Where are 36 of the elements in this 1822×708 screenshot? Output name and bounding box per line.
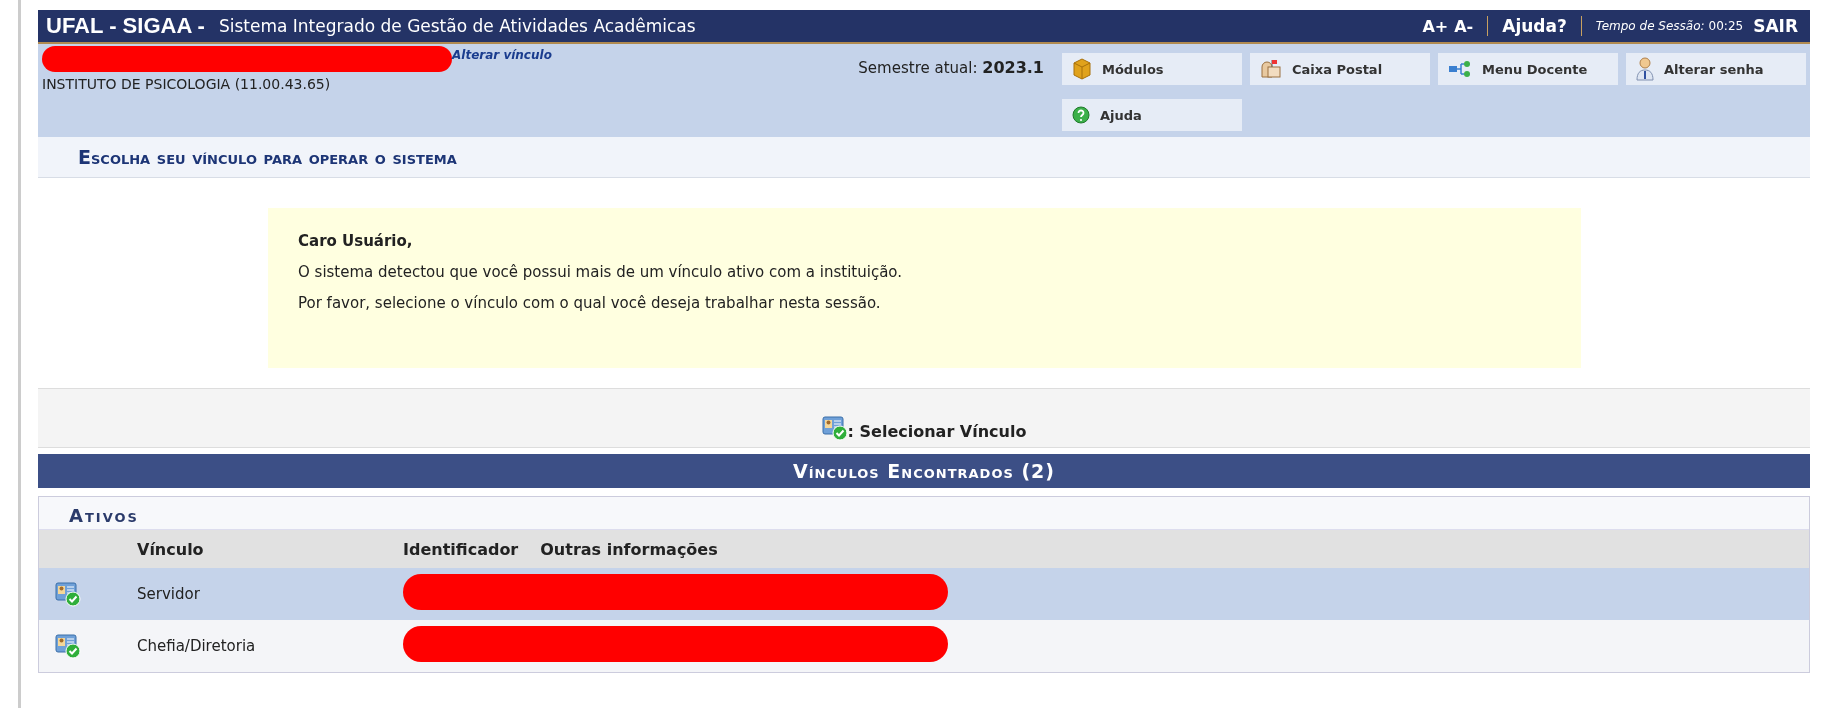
column-header: Vínculo xyxy=(137,539,205,559)
help-icon xyxy=(1072,106,1090,124)
notice-text: O sistema detectou que você possui mais de um vínculo ativo com a instituição. xyxy=(298,263,903,281)
mailbox-icon xyxy=(1260,59,1282,79)
user-card-check-icon[interactable] xyxy=(55,581,81,607)
user-card-check-icon[interactable] xyxy=(821,415,848,441)
session-time: 00:25 xyxy=(1708,19,1744,33)
font-decrease-link[interactable]: A- xyxy=(1454,16,1474,36)
table-row[interactable]: Servidor xyxy=(39,568,1809,620)
help-link[interactable]: Ajuda? xyxy=(1502,16,1567,36)
unit-name: INSTITUTO DE PSICOLOGIA (11.00.43.65) xyxy=(42,76,332,92)
menu-button[interactable]: Caixa Postal xyxy=(1250,53,1430,85)
user-card-check-icon[interactable] xyxy=(55,633,81,659)
font-increase-link[interactable]: A+ xyxy=(1422,16,1449,36)
semester-text: Semestre atual: 2023.1 xyxy=(858,58,1044,79)
column-header: Outras informações xyxy=(540,539,718,559)
notice-text: Por favor, selecione o vínculo com o qual você deseja trabalhar nesta sessão. xyxy=(298,294,882,312)
menu-button[interactable]: Alterar senha xyxy=(1626,53,1806,85)
notice-greeting: Caro Usuário, xyxy=(298,232,414,250)
menu-button[interactable]: Menu Docente xyxy=(1438,53,1618,85)
menu-button[interactable]: Módulos xyxy=(1062,53,1242,85)
system-name: Sistema Integrado de Gestão de Atividades Acadêmicas xyxy=(218,16,697,36)
change-link[interactable]: Alterar vínculo xyxy=(452,48,552,62)
table-cell-text: Chefia/Diretoria xyxy=(137,637,257,655)
column-header: Identificador xyxy=(403,539,519,559)
person-icon xyxy=(1636,57,1654,81)
legend-text: : Selecionar Vínculo xyxy=(847,422,1027,441)
table-title: Vínculos Encontrados (2) xyxy=(38,454,1810,488)
session-label: Tempo de Sessão: xyxy=(1595,19,1705,33)
page-title: Escolha seu vínculo para operar o sistema xyxy=(38,137,1810,178)
box-icon xyxy=(1072,58,1092,80)
logout-link[interactable]: SAIR xyxy=(1753,16,1798,36)
menu-button[interactable]: Ajuda xyxy=(1062,99,1242,131)
hierarchy-icon xyxy=(1448,61,1472,77)
table-cell-text: Servidor xyxy=(137,585,201,603)
brand-title: UFAL - SIGAA - xyxy=(46,13,205,39)
